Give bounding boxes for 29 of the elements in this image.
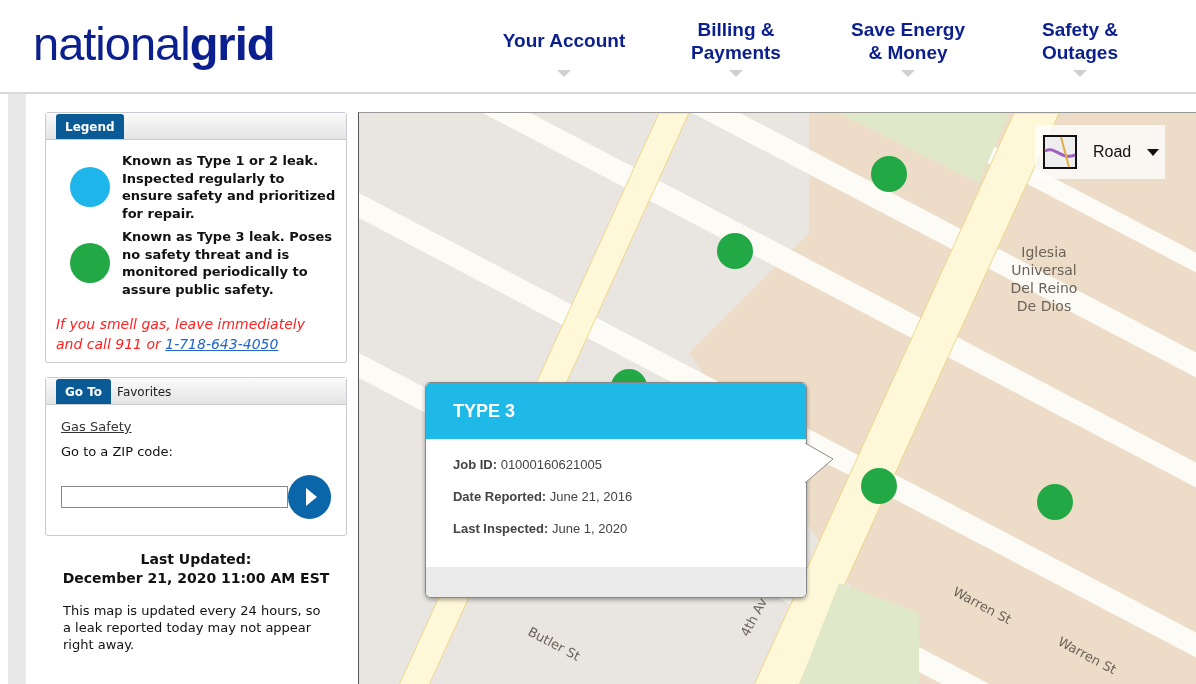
legend-description: Known as Type 3 leak. Poses no safety threat and is monitored periodically to assure public safety. (122, 228, 333, 298)
nav-menu-item[interactable]: Your Account (478, 0, 650, 84)
popup-field: Last Inspected: June 1, 2020 (453, 521, 779, 536)
panel-tab[interactable]: Favorites (111, 380, 178, 404)
popup-field: Date Reported: June 21, 2016 (453, 489, 779, 504)
panel-tab[interactable]: Go To (56, 379, 112, 404)
gas-safety-link[interactable]: Gas Safety (61, 419, 132, 434)
map-label: Iglesia Universal Del Reino De Dios (1009, 243, 1079, 315)
nav-menu-item[interactable]: Safety & Outages (994, 0, 1166, 84)
national-grid-logo[interactable]: nationalgrid (33, 16, 275, 71)
popup-title: TYPE 3 (426, 383, 806, 439)
caret-icon (1147, 148, 1160, 156)
popup-field: Job ID: 01000160621005 (453, 457, 779, 472)
nav-menu-item[interactable]: Billing & Payments (650, 0, 822, 84)
map-style-dropdown[interactable]: Road (1035, 125, 1165, 179)
go-button[interactable] (287, 475, 331, 519)
map-label: 4th Av (737, 595, 771, 639)
zip-input-field[interactable] (61, 486, 288, 508)
road-map-icon (1043, 135, 1077, 169)
zip-label: Go to a ZIP code: (61, 444, 174, 459)
phone-link[interactable]: 1-718-643-4050 (165, 336, 279, 352)
last-updated-title: Last Updated: (139, 550, 253, 569)
legend-description: Known as Type 1 or 2 leak. Inspected regularly to ensure safety and prioritized for repair. (122, 152, 336, 222)
last-updated-date: December 21, 2020 11:00 AM EST (61, 569, 331, 588)
gas-warning-text: If you smell gas, leave immediately and call 911 or 1-718-643-4050 (56, 315, 306, 354)
update-note: This map is updated every 24 hours, so a leak reported today may not appear right away. (63, 602, 322, 653)
play-icon (304, 487, 319, 507)
legend-tab[interactable]: Legend (56, 114, 124, 139)
nav-menu-item[interactable]: Save Energy & Money (822, 0, 994, 84)
